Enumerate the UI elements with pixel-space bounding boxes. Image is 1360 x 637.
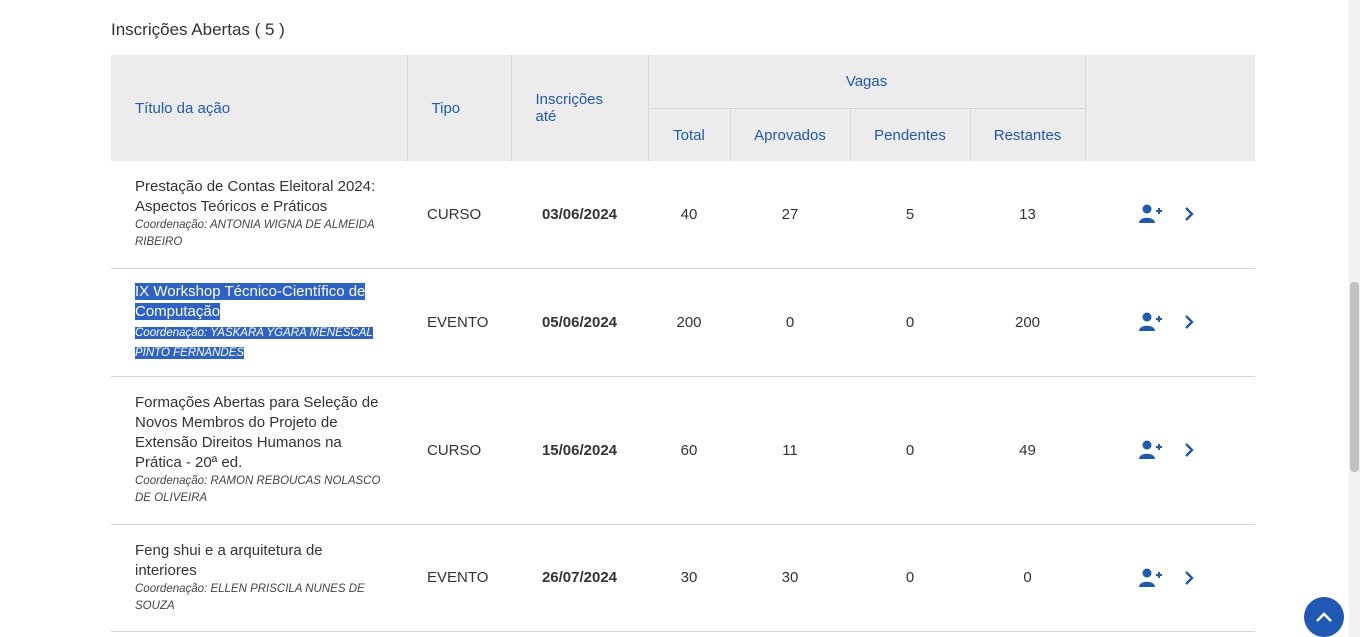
aprovados-cell: 11 [730,376,850,525]
coordination: Coordenação: ANTONIA WIGNA DE ALMEIDA RI… [135,219,375,249]
total-cell: 40 [648,161,730,269]
table-row: Prestação de Contas Eleitoral 2024: Aspe… [111,161,1256,269]
scrollbar-thumb[interactable] [1350,282,1359,472]
header-titulo: Título da ação [111,55,408,161]
chevron-up-icon [1315,611,1333,623]
action-title-link[interactable]: Feng shui e a arquitetura de interiores [135,541,383,581]
header-pendentes: Pendentes [850,108,971,161]
tipo-cell: CURSO [407,161,511,269]
action-title-link[interactable]: Prestação de Contas Eleitoral 2024: Aspe… [135,177,383,217]
pendentes-cell: 5 [850,161,970,269]
page: Inscrições Abertas ( 5 ) Título da ação … [0,0,1360,637]
chevron-right-icon[interactable] [1183,442,1195,458]
aprovados-cell: 0 [730,268,850,377]
action-title-link[interactable]: Formações Abertas para Seleção de Novos … [135,393,383,473]
inscricoes-ate-cell: 03/06/2024 [511,161,648,269]
restantes-cell: 200 [970,268,1086,377]
user-plus-icon[interactable] [1139,204,1163,224]
pendentes-cell: 0 [850,376,970,525]
header-vagas: Vagas [648,55,1086,109]
row-title-cell: Prestação de Contas Eleitoral 2024: Aspe… [111,161,407,269]
inscricoes-ate-cell: 15/06/2024 [511,376,648,525]
tipo-cell: EVENTO [407,524,511,632]
row-title-cell: Feng shui e a arquitetura de interiores … [111,524,407,632]
pendentes-cell: 0 [850,524,970,632]
actions-table: Título da ação Tipo Inscrições até Vagas… [111,55,1256,632]
header-restantes: Restantes [970,108,1086,161]
total-cell: 200 [648,268,730,377]
user-plus-icon[interactable] [1139,312,1163,332]
tipo-cell: EVENTO [407,268,511,377]
restantes-cell: 13 [970,161,1086,269]
chevron-right-icon[interactable] [1183,206,1195,222]
restantes-cell: 0 [970,524,1086,632]
aprovados-cell: 27 [730,161,850,269]
vertical-scrollbar[interactable] [1349,0,1360,637]
header-actions [1085,55,1256,161]
row-actions-cell [1085,376,1256,525]
user-plus-icon[interactable] [1139,440,1163,460]
header-inscricoes-ate: Inscrições até [511,55,649,161]
chevron-right-icon[interactable] [1183,570,1195,586]
table-row: Feng shui e a arquitetura de interiores … [111,524,1256,632]
header-aprovados: Aprovados [730,108,851,161]
restantes-cell: 49 [970,376,1086,525]
row-actions-cell [1085,524,1256,632]
total-cell: 30 [648,524,730,632]
back-to-top-button[interactable] [1304,597,1344,637]
row-actions-cell [1085,268,1256,377]
header-total: Total [648,108,731,161]
row-title-cell: Formações Abertas para Seleção de Novos … [111,376,407,525]
table-row: Formações Abertas para Seleção de Novos … [111,376,1256,525]
table-row: IX Workshop Técnico-Científico de Comput… [111,268,1256,377]
inscricoes-ate-cell: 26/07/2024 [511,524,648,632]
section-title: Inscrições Abertas ( 5 ) [111,20,285,39]
pendentes-cell: 0 [850,268,970,377]
total-cell: 60 [648,376,730,525]
header-tipo: Tipo [407,55,512,161]
coordination: Coordenação: ELLEN PRISCILA NUNES DE SOU… [135,582,365,612]
action-title-link[interactable]: IX Workshop Técnico-Científico de Comput… [135,283,366,320]
aprovados-cell: 30 [730,524,850,632]
coordination: Coordenação: RAMON REBOUCAS NOLASCO DE O… [135,475,381,504]
row-actions-cell [1085,161,1256,269]
tipo-cell: CURSO [407,376,511,525]
row-title-cell: IX Workshop Técnico-Científico de Comput… [111,268,407,377]
user-plus-icon[interactable] [1139,568,1163,588]
chevron-right-icon[interactable] [1183,314,1195,330]
inscricoes-ate-cell: 05/06/2024 [511,268,648,377]
coordination: Coordenação: YASKARA YGARA MENESCAL PINT… [135,327,373,359]
